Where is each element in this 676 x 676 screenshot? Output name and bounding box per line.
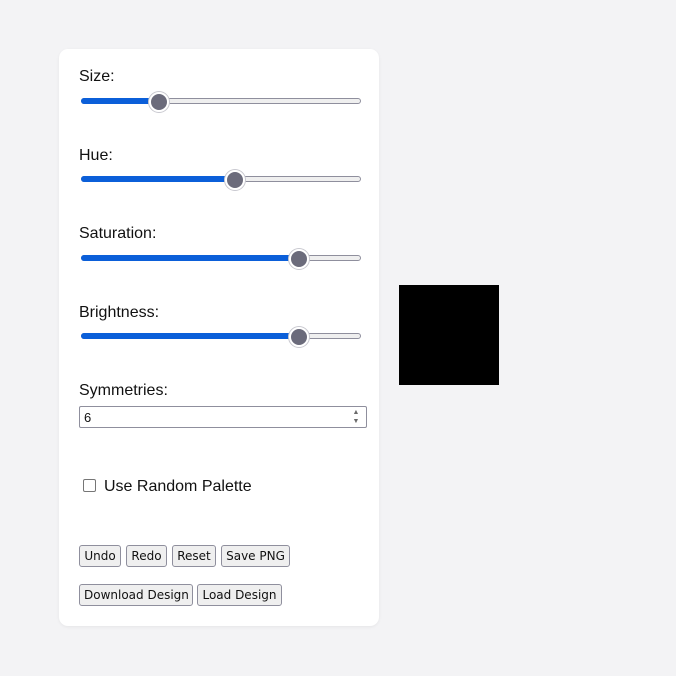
hue-label: Hue:: [79, 147, 113, 164]
saturation-slider[interactable]: [81, 249, 361, 269]
size-label: Size:: [79, 68, 115, 85]
chevron-up-icon[interactable]: ▲: [351, 408, 361, 417]
reset-button[interactable]: Reset: [172, 545, 216, 567]
download-design-button[interactable]: Download Design: [79, 584, 193, 606]
slider-fill: [81, 333, 299, 339]
slider-fill: [81, 98, 159, 104]
slider-thumb[interactable]: [289, 249, 309, 269]
design-preview-canvas: [399, 285, 499, 385]
spin-buttons[interactable]: ▲ ▼: [351, 408, 361, 426]
random-palette-checkbox[interactable]: [83, 479, 96, 492]
random-palette-label[interactable]: Use Random Palette: [104, 478, 252, 496]
slider-thumb[interactable]: [289, 327, 309, 347]
symmetries-input[interactable]: 6 ▲ ▼: [79, 406, 367, 428]
slider-thumb[interactable]: [225, 170, 245, 190]
slider-fill: [81, 176, 235, 182]
slider-fill: [81, 255, 299, 261]
brightness-label: Brightness:: [79, 304, 160, 321]
chevron-down-icon[interactable]: ▼: [351, 417, 361, 426]
undo-button[interactable]: Undo: [79, 545, 121, 567]
redo-button[interactable]: Redo: [126, 545, 167, 567]
size-slider[interactable]: [81, 92, 361, 112]
saturation-label: Saturation:: [79, 225, 157, 242]
load-design-button[interactable]: Load Design: [197, 584, 282, 606]
slider-thumb[interactable]: [149, 92, 169, 112]
brightness-slider[interactable]: [81, 327, 361, 347]
symmetries-label: Symmetries:: [79, 382, 168, 399]
symmetries-value: 6: [84, 410, 92, 425]
hue-slider[interactable]: [81, 170, 361, 190]
controls-panel: Size: Hue: Saturation: Brightness: Symme…: [59, 49, 379, 626]
save-png-button[interactable]: Save PNG: [221, 545, 290, 567]
